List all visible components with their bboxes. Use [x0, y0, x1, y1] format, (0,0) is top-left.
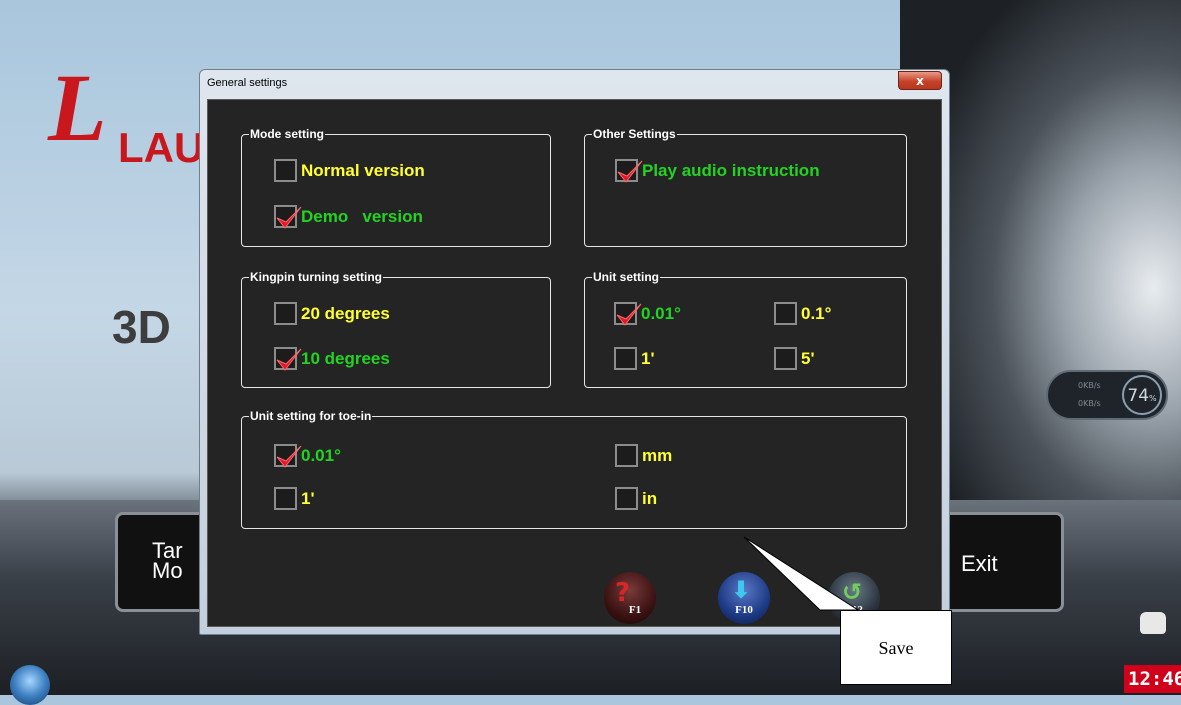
- callout-pointer: [743, 536, 860, 611]
- save-callout-box: Save: [840, 610, 952, 685]
